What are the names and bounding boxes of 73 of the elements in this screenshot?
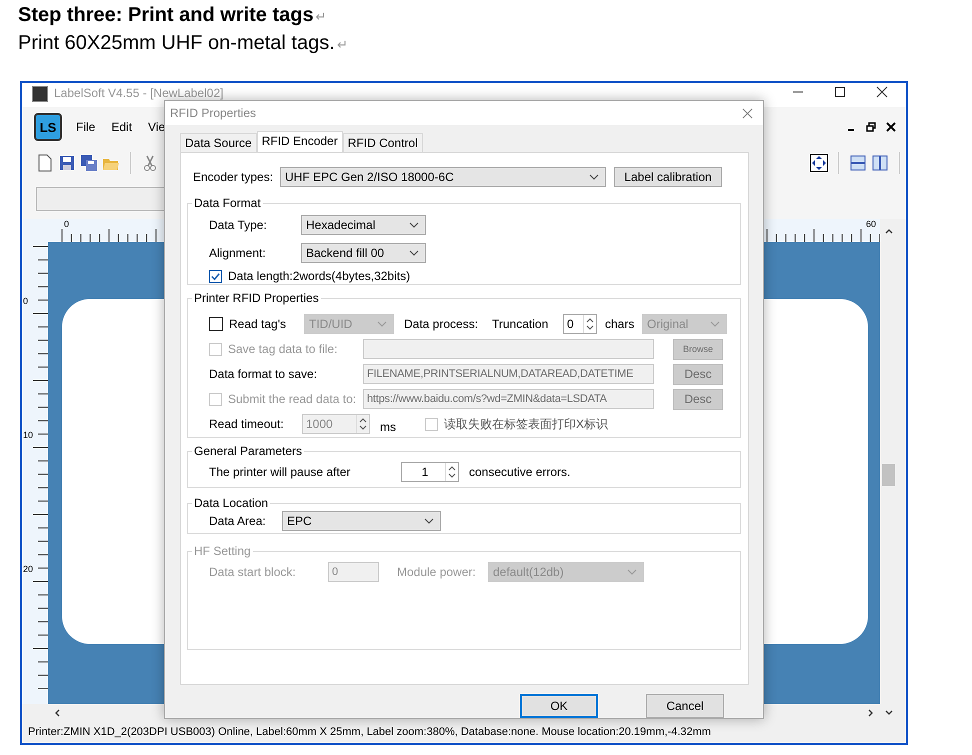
tab[interactable]: Data Source [180,133,257,152]
data-area-dropdown[interactable]: EPC [282,511,441,531]
status-bar: Printer:ZMIN X1D_2(203DPI USB003) Online, Label:60mm X 25mm, Label zoom:380%, Database:none. Mouse location:20.19mm,-4.32mm [22,721,906,743]
group-title: Data Format [193,196,262,210]
field-label: Alignment: [209,246,267,260]
app-logo: LS [34,113,62,141]
tab[interactable]: RFID Encoder [256,131,343,152]
horizontal-split-icon[interactable] [849,154,867,172]
checkbox-label: 读取失败在标签表面打印X标识 [444,416,608,432]
menu-item[interactable]: Edit [111,120,132,134]
close-icon[interactable] [886,122,896,132]
vertical-split-icon[interactable] [871,154,889,172]
chevron-down-icon[interactable] [589,174,599,180]
field-label: Truncation [492,316,550,330]
checkbox-label: Save tag data to file: [228,342,338,356]
text-field[interactable]: FILENAME,PRINTSERIALNUM,DATAREAD,DATETIME [363,364,654,384]
field-label: Module power: [397,565,477,579]
checkbox[interactable] [209,316,223,330]
close-icon[interactable] [876,86,888,98]
paragraph-mark: ↵ [316,9,327,24]
checkbox-label: Read tag's [229,316,287,330]
ok-button[interactable]: OK [520,694,598,718]
checkbox[interactable] [209,270,222,282]
new-document-icon[interactable] [36,154,54,172]
encoder-dropdown[interactable]: UHF EPC Gen 2/ISO 18000-6C [280,166,606,186]
maximize-icon[interactable] [834,86,846,98]
chevron-down-icon[interactable] [424,518,434,524]
group-title: Printer RFID Properties [193,291,320,305]
group-title: Data Location [193,496,270,510]
field-label: The printer will pause after [209,465,352,479]
scroll-down-icon[interactable] [884,708,894,718]
cancel-button[interactable]: Cancel [646,694,724,718]
field-label: Data start block: [209,565,297,579]
dropdown[interactable]: Hexadecimal [301,215,426,235]
move-arrows-icon[interactable] [810,154,828,172]
label-calibration-button[interactable]: Label calibration [614,166,722,186]
restore-icon[interactable] [866,122,876,132]
checkbox-label: Submit the read data to: [228,392,356,406]
dropdown[interactable]: Backend fill 00 [301,243,426,263]
menu-item[interactable]: Vie [148,120,166,134]
ruler-label: 20 [23,564,34,574]
text-field[interactable] [363,339,654,359]
dialog-title: RFID Properties [170,106,256,120]
field-label: Read timeout: [209,417,285,431]
menu-item[interactable]: File [76,120,96,134]
ruler-label: 10 [23,430,34,440]
field-label: Data format to save: [209,367,318,381]
app-icon [32,86,48,102]
chevron-down-icon[interactable] [409,250,419,256]
save-icon[interactable] [58,154,76,172]
save-all-icon[interactable] [80,154,98,172]
field-label: Data Type: [209,218,268,232]
field-label: chars [605,316,636,330]
paragraph-mark: ↵ [336,37,348,52]
chevron-down-icon[interactable] [409,222,419,228]
ruler-label: 60 [866,219,876,229]
number-spinner[interactable]: 1 [401,462,459,482]
number-spinner[interactable]: 0 [563,314,597,334]
scissors-icon[interactable] [141,154,159,172]
ruler-label: 0 [23,296,28,306]
field-label: Data process: [404,316,480,330]
unit-label: ms [380,419,397,434]
field-label: Encoder types: [193,170,274,184]
group-title: HF Setting [193,544,252,558]
field-label: consecutive errors. [469,465,570,479]
field-label: Data Area: [209,514,267,528]
step-heading: Step three: Print and write tags [18,4,314,27]
ruler-label: 0 [64,219,70,229]
group-title: General Parameters [193,444,304,458]
window-title: LabelSoft V4.55 - [NewLabel02] [54,86,224,100]
step-description: Print 60X25mm UHF on-metal tags. [18,32,335,55]
tab[interactable]: RFID Control [342,133,423,152]
checkbox-label: Data length:2words(4bytes,32bits) [228,269,410,283]
